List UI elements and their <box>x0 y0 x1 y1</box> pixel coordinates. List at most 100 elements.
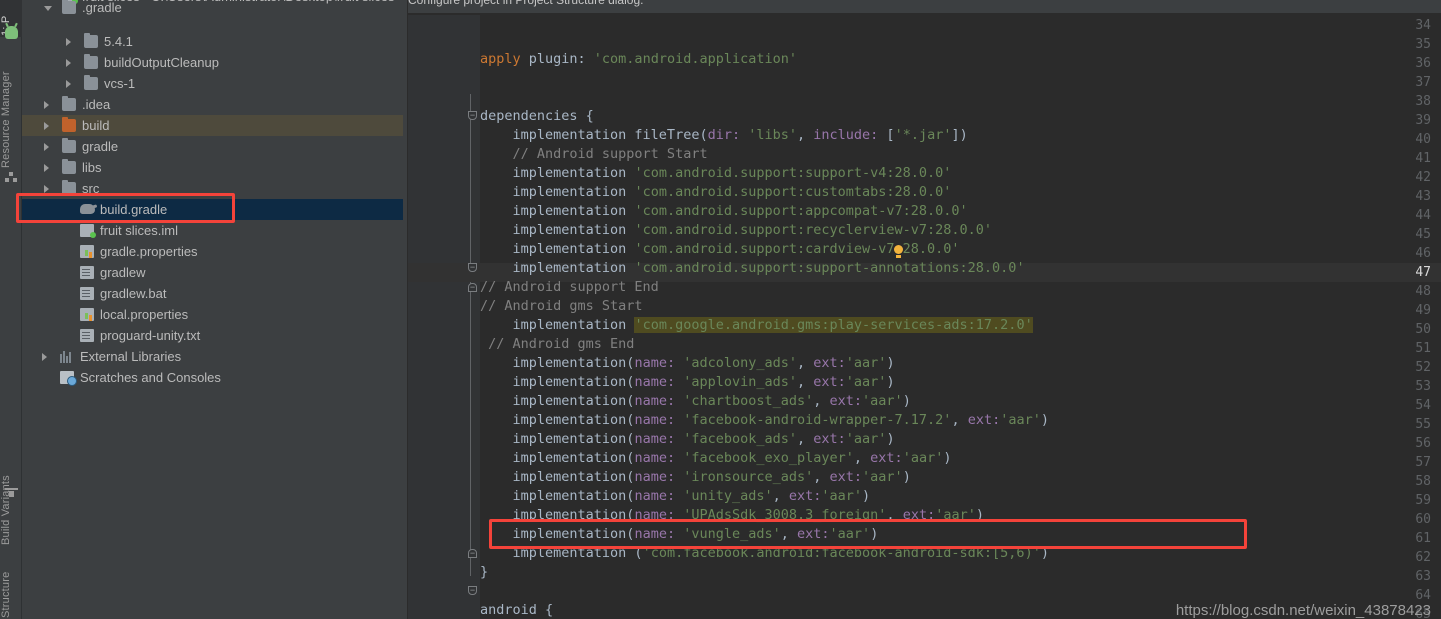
code-token: implementation( <box>480 450 635 466</box>
chevron-right-icon[interactable] <box>44 185 49 193</box>
project-tree-panel[interactable]: fruit slices ~C:\Users\Administrator\Des… <box>22 0 403 619</box>
code-token: implementation <box>480 222 635 238</box>
code-line[interactable]: implementation(name: 'facebook_exo_playe… <box>480 449 952 468</box>
code-line[interactable]: implementation(name: 'vungle_ads', ext:'… <box>480 525 879 544</box>
tree-row-label: gradle.properties <box>100 244 198 259</box>
resource-manager-icon <box>5 172 18 183</box>
code-line[interactable]: // Android gms End <box>480 335 634 354</box>
chevron-right-icon[interactable] <box>44 143 49 151</box>
code-line[interactable]: implementation 'com.android.support:card… <box>480 240 960 259</box>
code-line[interactable]: implementation(name: 'facebook_ads', ext… <box>480 430 895 449</box>
tree-row[interactable]: gradle <box>22 136 403 157</box>
code-line[interactable]: implementation(name: 'facebook-android-w… <box>480 411 1050 430</box>
editor-notification-banner[interactable]: Configure project in Project Structure d… <box>408 0 1441 14</box>
tree-row-label: buildOutputCleanup <box>104 55 219 70</box>
sidebar-item-resource-manager[interactable]: Resource Manager <box>0 48 22 168</box>
tree-row[interactable]: gradlew.bat <box>22 283 403 304</box>
code-token: ) <box>886 355 895 371</box>
code-line[interactable]: apply plugin: 'com.android.application' <box>480 50 797 69</box>
code-line[interactable]: implementation(name: 'chartboost_ads', e… <box>480 392 911 411</box>
chevron-right-icon[interactable] <box>44 122 49 130</box>
code-line[interactable]: dependencies { <box>480 107 594 126</box>
code-line[interactable]: implementation(name: 'adcolony_ads', ext… <box>480 354 895 373</box>
code-token: ext: <box>788 488 822 504</box>
file-icon <box>80 287 94 300</box>
code-token: implementation <box>480 260 635 276</box>
code-line[interactable]: implementation 'com.google.android.gms:p… <box>480 316 1033 335</box>
code-token: , <box>797 431 814 447</box>
fold-marker-62[interactable]: − <box>468 549 477 558</box>
chevron-right-icon[interactable] <box>66 38 71 46</box>
chevron-right-icon[interactable] <box>42 353 47 361</box>
code-editor[interactable]: Configure project in Project Structure d… <box>408 0 1441 619</box>
code-token: 'aar' <box>862 469 903 485</box>
code-line[interactable]: } <box>480 563 488 582</box>
code-token: ) <box>902 469 911 485</box>
code-token: implementation( <box>480 374 635 390</box>
code-token: ) <box>975 507 984 523</box>
chevron-down-icon[interactable] <box>44 6 52 11</box>
sidebar-item-build-variants[interactable]: Build Variants <box>0 450 22 545</box>
code-line[interactable]: android { <box>480 601 553 619</box>
code-token: 'aar' <box>821 488 863 504</box>
code-folding-gutter[interactable] <box>464 15 480 619</box>
tree-row[interactable]: Scratches and Consoles <box>22 367 403 388</box>
code-line[interactable]: implementation(name: 'ironsource_ads', e… <box>480 468 911 487</box>
code-token: 'ironsource_ads' <box>683 469 814 485</box>
code-line[interactable]: implementation 'com.android.support:appc… <box>480 202 968 221</box>
fold-marker-android[interactable]: − <box>468 586 477 595</box>
tree-row[interactable]: .idea <box>22 94 403 115</box>
code-token: 'aar' <box>902 450 944 466</box>
tree-row[interactable]: fruit slices.iml <box>22 220 403 241</box>
code-line[interactable]: implementation 'com.android.support:supp… <box>480 259 1025 278</box>
code-line[interactable]: implementation(name: 'applovin_ads', ext… <box>480 373 895 392</box>
library-icon <box>60 351 73 363</box>
code-line[interactable]: // Android support Start <box>480 145 708 164</box>
tree-row[interactable]: .gradle <box>22 0 403 18</box>
code-line[interactable]: // Android gms Start <box>480 297 643 316</box>
chevron-right-icon[interactable] <box>44 164 49 172</box>
code-token: 'facebook_exo_player' <box>683 450 854 466</box>
tree-row[interactable]: 5.4.1 <box>22 31 403 52</box>
fold-marker-47[interactable]: − <box>468 263 477 272</box>
code-token: ext: <box>967 412 1001 428</box>
intention-bulb-icon[interactable] <box>894 245 903 258</box>
code-token: , <box>813 469 830 485</box>
code-content[interactable]: apply plugin: 'com.android.application' d… <box>480 15 1441 619</box>
fold-marker-48[interactable]: − <box>468 283 477 292</box>
code-token: 'com.android.application' <box>593 51 797 67</box>
sidebar-item-structure[interactable]: Structure <box>0 556 22 618</box>
folder-icon <box>84 33 98 48</box>
tree-row[interactable]: gradle.properties <box>22 241 403 262</box>
folder-icon-orange <box>62 117 76 132</box>
folder-icon <box>62 138 76 153</box>
code-line[interactable]: implementation 'com.android.support:cust… <box>480 183 952 202</box>
tree-row[interactable]: External Libraries <box>22 346 403 367</box>
code-token: 'aar' <box>862 393 903 409</box>
line-number-gutter[interactable] <box>408 15 464 619</box>
tree-row[interactable]: libs <box>22 157 403 178</box>
code-line[interactable]: implementation fileTree(dir: 'libs', inc… <box>480 126 968 145</box>
tree-row[interactable]: gradlew <box>22 262 403 283</box>
chevron-right-icon[interactable] <box>66 80 71 88</box>
code-line[interactable]: implementation 'com.android.support:supp… <box>480 164 952 183</box>
tree-row[interactable]: proguard-unity.txt <box>22 325 403 346</box>
code-token: 'com.android.support:support-annotations… <box>634 260 1025 276</box>
code-line[interactable]: // Android support End <box>480 278 659 297</box>
tree-row[interactable]: build <box>22 115 403 136</box>
tree-row[interactable]: build.gradle <box>22 199 403 220</box>
fold-region-line <box>470 94 471 576</box>
chevron-right-icon[interactable] <box>66 59 71 67</box>
code-line[interactable]: implementation 'com.android.support:recy… <box>480 221 993 240</box>
tree-row[interactable]: src <box>22 178 403 199</box>
code-line[interactable]: implementation(name: 'UPAdsSdk_3008.3_fo… <box>480 506 984 525</box>
tree-row[interactable]: local.properties <box>22 304 403 325</box>
tree-row[interactable]: vcs-1 <box>22 73 403 94</box>
chevron-right-icon[interactable] <box>44 101 49 109</box>
code-line[interactable]: implementation ('com.facebook.android:fa… <box>480 544 1049 563</box>
tree-row[interactable]: buildOutputCleanup <box>22 52 403 73</box>
code-line[interactable]: implementation(name: 'unity_ads', ext:'a… <box>480 487 871 506</box>
code-token: implementation( <box>480 488 635 504</box>
scratch-icon <box>60 371 77 386</box>
fold-marker-dependencies[interactable]: − <box>468 111 477 120</box>
